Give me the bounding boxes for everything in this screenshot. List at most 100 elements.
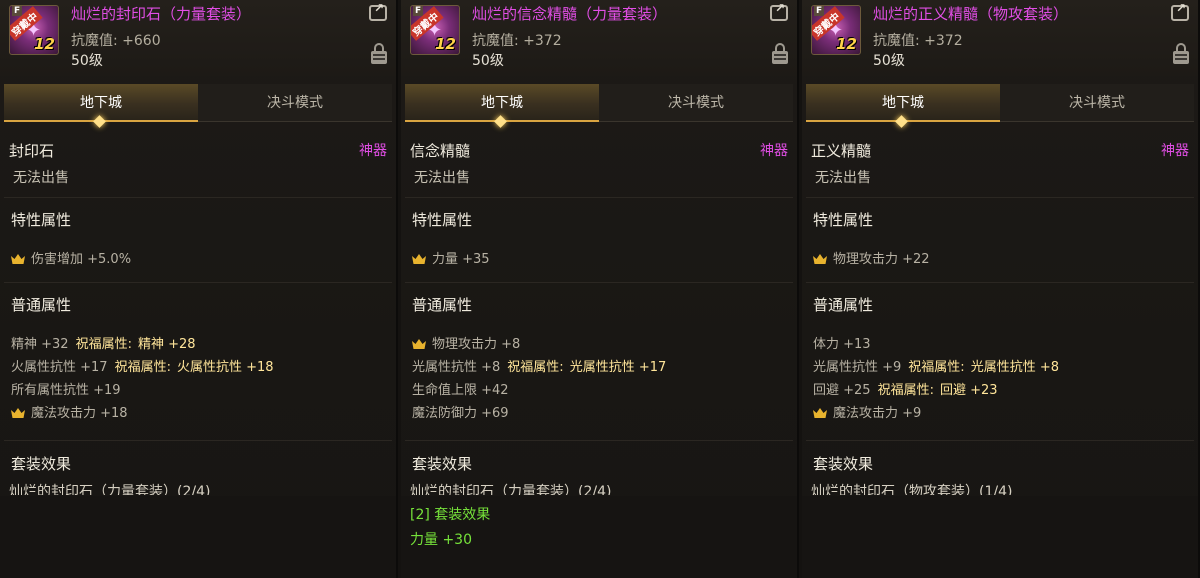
common-stat: 魔法防御力 +69 [412, 406, 509, 421]
common-stat: 物理攻击力 +8 [432, 337, 521, 352]
tab-duel[interactable]: 决斗模式 [198, 84, 392, 122]
bless-value: 回避 +23 [939, 383, 998, 398]
common-stat-row: 生命值上限 +42 [412, 379, 509, 398]
trait-stat-row: 伤害增加 +5.0% [11, 248, 131, 267]
divider [405, 197, 793, 198]
item-type: 封印石 [9, 142, 55, 160]
bless-label: 祝福属性: [908, 360, 965, 375]
item-icon[interactable]: ✦ F 穿戴中 12 [811, 5, 861, 55]
bless-value: 火属性抗性 +18 [176, 360, 274, 375]
bless-label: 祝福属性: [114, 360, 171, 375]
grade-badge: F [12, 6, 23, 16]
common-stat-row: 回避 +25 祝福属性: 回避 +23 [813, 379, 998, 398]
bless-value: 精神 +28 [137, 337, 196, 352]
share-icon[interactable]: ↗ [1171, 1, 1189, 21]
trait-stat: 力量 +35 [432, 252, 490, 267]
bless-value: 光属性抗性 +17 [569, 360, 667, 375]
set-effect-title: 套装效果 [412, 455, 473, 473]
bless-label: 祝福属性: [877, 383, 934, 398]
trait-stat-row: 物理攻击力 +22 [813, 248, 930, 267]
item-type: 信念精髓 [410, 142, 471, 160]
crown-icon [412, 339, 426, 349]
item-tooltip-panel: ✦ F 穿戴中 12 灿烂的正义精髓（物攻套装） 抗魔值: +372 50级 ↗… [802, 0, 1200, 578]
common-stat: 回避 +25 [813, 383, 871, 398]
crown-icon [813, 254, 827, 264]
item-header: ✦ F 穿戴中 12 灿烂的封印石（力量套装） 抗魔值: +660 50级 ↗ [0, 0, 396, 76]
common-stat-row: 所有属性抗性 +19 [11, 379, 121, 398]
resist-value: 抗魔值: +372 [873, 33, 963, 49]
common-stat: 所有属性抗性 +19 [11, 383, 121, 398]
item-icon[interactable]: ✦ F 穿戴中 12 [410, 5, 460, 55]
lock-icon[interactable] [1172, 43, 1190, 65]
bless-label: 祝福属性: [75, 337, 132, 352]
common-stat-row: 魔法防御力 +69 [412, 402, 509, 421]
tab-duel[interactable]: 决斗模式 [1000, 84, 1194, 122]
crown-icon [11, 408, 25, 418]
item-name: 灿烂的信念精髓（力量套装） [472, 5, 668, 23]
common-stat: 魔法攻击力 +18 [31, 406, 128, 421]
lock-icon[interactable] [370, 43, 388, 65]
common-attrs-title: 普通属性 [412, 296, 473, 314]
item-header: ✦ F 穿戴中 12 灿烂的信念精髓（力量套装） 抗魔值: +372 50级 ↗ [401, 0, 797, 76]
mode-tabs: 地下城 决斗模式 [405, 84, 793, 128]
common-stat: 火属性抗性 +17 [11, 360, 108, 375]
common-stat-row: 物理攻击力 +8 [412, 333, 520, 352]
share-icon[interactable]: ↗ [369, 1, 387, 21]
rarity-label: 神器 [359, 143, 387, 159]
common-stat: 体力 +13 [813, 337, 871, 352]
common-stat: 魔法攻击力 +9 [833, 406, 922, 421]
set-effect-value: 力量 +30 [410, 532, 472, 548]
grade-badge: F [814, 6, 825, 16]
crown-icon [412, 254, 426, 264]
item-tooltip-panel: ✦ F 穿戴中 12 灿烂的信念精髓（力量套装） 抗魔值: +372 50级 ↗… [401, 0, 799, 578]
common-attrs-title: 普通属性 [11, 296, 72, 314]
resist-value: 抗魔值: +372 [472, 33, 562, 49]
item-type: 正义精髓 [811, 142, 872, 160]
divider [4, 282, 392, 283]
rarity-label: 神器 [1161, 143, 1189, 159]
divider [806, 440, 1194, 441]
common-stat: 光属性抗性 +9 [813, 360, 902, 375]
unsellable-label: 无法出售 [414, 170, 470, 186]
common-stat-row: 魔法攻击力 +9 [813, 402, 921, 421]
tab-duel[interactable]: 决斗模式 [599, 84, 793, 122]
set-effect-tier: [2] 套装效果 [410, 507, 491, 523]
reinforce-level: 12 [435, 35, 456, 53]
required-level: 50级 [71, 53, 103, 69]
divider [405, 440, 793, 441]
set-name: 灿烂的封印石（力量套装）(2/4) [410, 484, 612, 495]
common-stat-row: 火属性抗性 +17 祝福属性: 火属性抗性 +18 [11, 356, 274, 375]
lock-icon[interactable] [771, 43, 789, 65]
common-stat-row: 光属性抗性 +8 祝福属性: 光属性抗性 +17 [412, 356, 666, 375]
required-level: 50级 [873, 53, 905, 69]
set-effect-tooltip: [2] 套装效果 力量 +30 [401, 496, 797, 578]
common-stat-row: 魔法攻击力 +18 [11, 402, 128, 421]
item-name: 灿烂的封印石（力量套装） [71, 5, 252, 23]
common-stat-row: 光属性抗性 +9 祝福属性: 光属性抗性 +8 [813, 356, 1059, 375]
reinforce-level: 12 [836, 35, 857, 53]
item-icon[interactable]: ✦ F 穿戴中 12 [9, 5, 59, 55]
set-name: 灿烂的封印石（力量套装）(2/4) [9, 484, 211, 495]
share-icon[interactable]: ↗ [770, 1, 788, 21]
divider [405, 282, 793, 283]
mode-tabs: 地下城 决斗模式 [4, 84, 392, 128]
trait-attrs-title: 特性属性 [813, 211, 874, 229]
unsellable-label: 无法出售 [13, 170, 69, 186]
common-stat: 光属性抗性 +8 [412, 360, 501, 375]
divider [806, 197, 1194, 198]
trait-attrs-title: 特性属性 [412, 211, 473, 229]
item-header: ✦ F 穿戴中 12 灿烂的正义精髓（物攻套装） 抗魔值: +372 50级 ↗ [802, 0, 1198, 76]
bless-value: 光属性抗性 +8 [970, 360, 1059, 375]
crown-icon [11, 254, 25, 264]
common-stat: 生命值上限 +42 [412, 383, 509, 398]
divider [4, 440, 392, 441]
common-stat: 精神 +32 [11, 337, 69, 352]
unsellable-label: 无法出售 [815, 170, 871, 186]
mode-tabs: 地下城 决斗模式 [806, 84, 1194, 128]
item-name: 灿烂的正义精髓（物攻套装） [873, 5, 1069, 23]
set-effect-title: 套装效果 [11, 455, 72, 473]
trait-attrs-title: 特性属性 [11, 211, 72, 229]
item-tooltip-panel: ✦ F 穿戴中 12 灿烂的封印石（力量套装） 抗魔值: +660 50级 ↗ … [0, 0, 398, 578]
reinforce-level: 12 [34, 35, 55, 53]
common-stat-row: 精神 +32 祝福属性: 精神 +28 [11, 333, 196, 352]
